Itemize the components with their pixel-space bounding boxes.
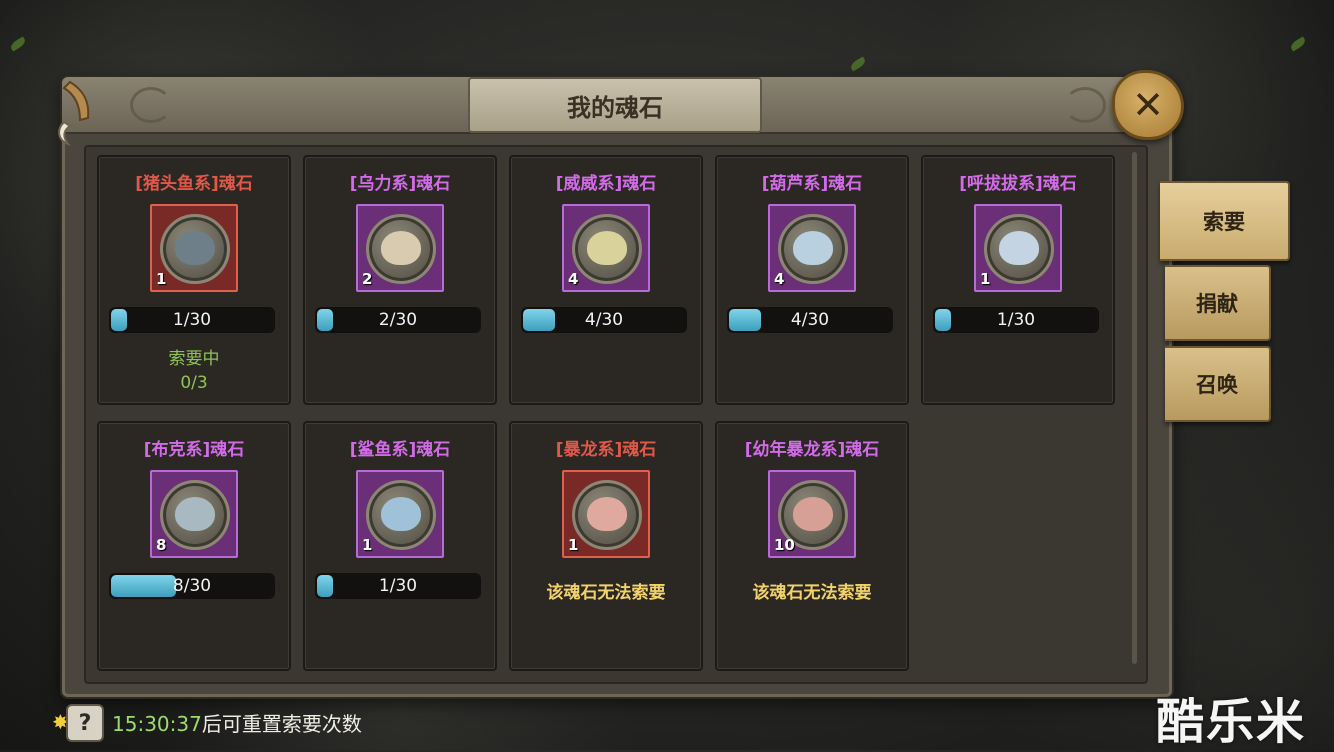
soulstone-icon	[366, 214, 436, 284]
soulstone-slot[interactable]: 1	[150, 204, 238, 292]
soulstone-slot[interactable]: 1	[356, 470, 444, 558]
reset-message: 后可重置索要次数	[201, 712, 362, 736]
soulstone-slot[interactable]: 1	[562, 470, 650, 558]
progress-bar: 4/30	[521, 307, 687, 333]
stone-count: 4	[568, 270, 579, 288]
soulstone-card[interactable]: [乌力系]魂石 2 2/30	[303, 155, 497, 405]
soulstone-icon	[572, 480, 642, 550]
soulstone-slot[interactable]: 2	[356, 204, 444, 292]
tab-label: 捐献	[1196, 292, 1238, 316]
close-button[interactable]: ✕	[1112, 70, 1184, 140]
swirl-ornament-icon	[130, 87, 172, 123]
soulstone-icon	[366, 480, 436, 550]
request-status-count: 0/3	[180, 373, 208, 393]
progress-bar: 1/30	[109, 307, 275, 333]
tab-request[interactable]: 索要	[1160, 181, 1290, 261]
soulstone-icon	[160, 480, 230, 550]
horn-ornament-icon	[58, 80, 90, 146]
progress-text: 8/30	[172, 576, 212, 596]
stone-count: 2	[362, 270, 373, 288]
tab-label: 召唤	[1196, 373, 1238, 397]
progress-text: 1/30	[172, 310, 212, 330]
watermark-logo: 酷乐米	[1156, 694, 1307, 750]
soulstone-card[interactable]: [猪头鱼系]魂石 1 1/30 索要中 0/3	[97, 155, 291, 405]
progress-text: 1/30	[996, 310, 1036, 330]
card-title: [布克系]魂石	[143, 440, 245, 460]
soulstone-slot[interactable]: 8	[150, 470, 238, 558]
soulstone-card[interactable]: [布克系]魂石 8 8/30	[97, 421, 291, 671]
soulstone-card[interactable]: [威威系]魂石 4 4/30	[509, 155, 703, 405]
reset-countdown: 15:30:37	[112, 712, 202, 736]
soulstone-card[interactable]: [葫芦系]魂石 4 4/30	[715, 155, 909, 405]
question-icon: ?	[78, 710, 92, 736]
stone-count: 1	[156, 270, 167, 288]
progress-text: 4/30	[790, 310, 830, 330]
progress-text: 4/30	[584, 310, 624, 330]
soulstone-slot[interactable]: 4	[562, 204, 650, 292]
card-title: [幼年暴龙系]魂石	[744, 440, 880, 460]
stone-count: 1	[362, 536, 373, 554]
soulstone-icon	[160, 214, 230, 284]
tab-summon[interactable]: 召唤	[1165, 346, 1271, 422]
card-title: [乌力系]魂石	[349, 174, 451, 194]
soulstone-icon	[572, 214, 642, 284]
soulstone-slot[interactable]: 1	[974, 204, 1062, 292]
request-status-label: 索要中	[168, 349, 220, 369]
card-title: [威威系]魂石	[555, 174, 657, 194]
progress-text: 1/30	[378, 576, 418, 596]
progress-bar: 1/30	[315, 573, 481, 599]
progress-bar: 1/30	[933, 307, 1099, 333]
stone-count: 1	[980, 270, 991, 288]
cannot-request-note: 该魂石无法索要	[546, 583, 666, 603]
stone-count: 10	[774, 536, 795, 554]
card-title: [鲨鱼系]魂石	[349, 440, 451, 460]
reset-timer-text: 15:30:37后可重置索要次数	[112, 708, 362, 737]
card-title: [呼拔拔系]魂石	[959, 174, 1077, 194]
request-status: 索要中 0/3	[99, 347, 289, 395]
card-title: [葫芦系]魂石	[761, 174, 863, 194]
stone-count: 1	[568, 536, 579, 554]
soulstone-card[interactable]: [呼拔拔系]魂石 1 1/30	[921, 155, 1115, 405]
stone-count: 8	[156, 536, 167, 554]
progress-bar: 2/30	[315, 307, 481, 333]
progress-text: 2/30	[378, 310, 418, 330]
soulstone-slot[interactable]: 4	[768, 204, 856, 292]
soulstone-card[interactable]: [幼年暴龙系]魂石 10 该魂石无法索要	[715, 421, 909, 671]
tab-label: 索要	[1203, 210, 1245, 234]
soulstone-slot[interactable]: 10	[768, 470, 856, 558]
soulstone-icon	[984, 214, 1054, 284]
page-title: 我的魂石	[567, 93, 663, 122]
swirl-ornament-icon	[1064, 87, 1106, 123]
card-title: [猪头鱼系]魂石	[135, 174, 253, 194]
scrollbar[interactable]	[1132, 152, 1137, 664]
progress-bar: 4/30	[727, 307, 893, 333]
help-button[interactable]: ?	[66, 704, 104, 742]
title-plate: 我的魂石	[468, 77, 762, 133]
stone-count: 4	[774, 270, 785, 288]
tab-donate[interactable]: 捐献	[1165, 265, 1271, 341]
card-title: [暴龙系]魂石	[555, 440, 657, 460]
soulstone-card[interactable]: [暴龙系]魂石 1 该魂石无法索要	[509, 421, 703, 671]
soulstone-card[interactable]: [鲨鱼系]魂石 1 1/30	[303, 421, 497, 671]
progress-bar: 8/30	[109, 573, 275, 599]
close-x-icon: ✕	[1132, 83, 1164, 127]
soulstone-icon	[778, 214, 848, 284]
cannot-request-note: 该魂石无法索要	[752, 583, 872, 603]
